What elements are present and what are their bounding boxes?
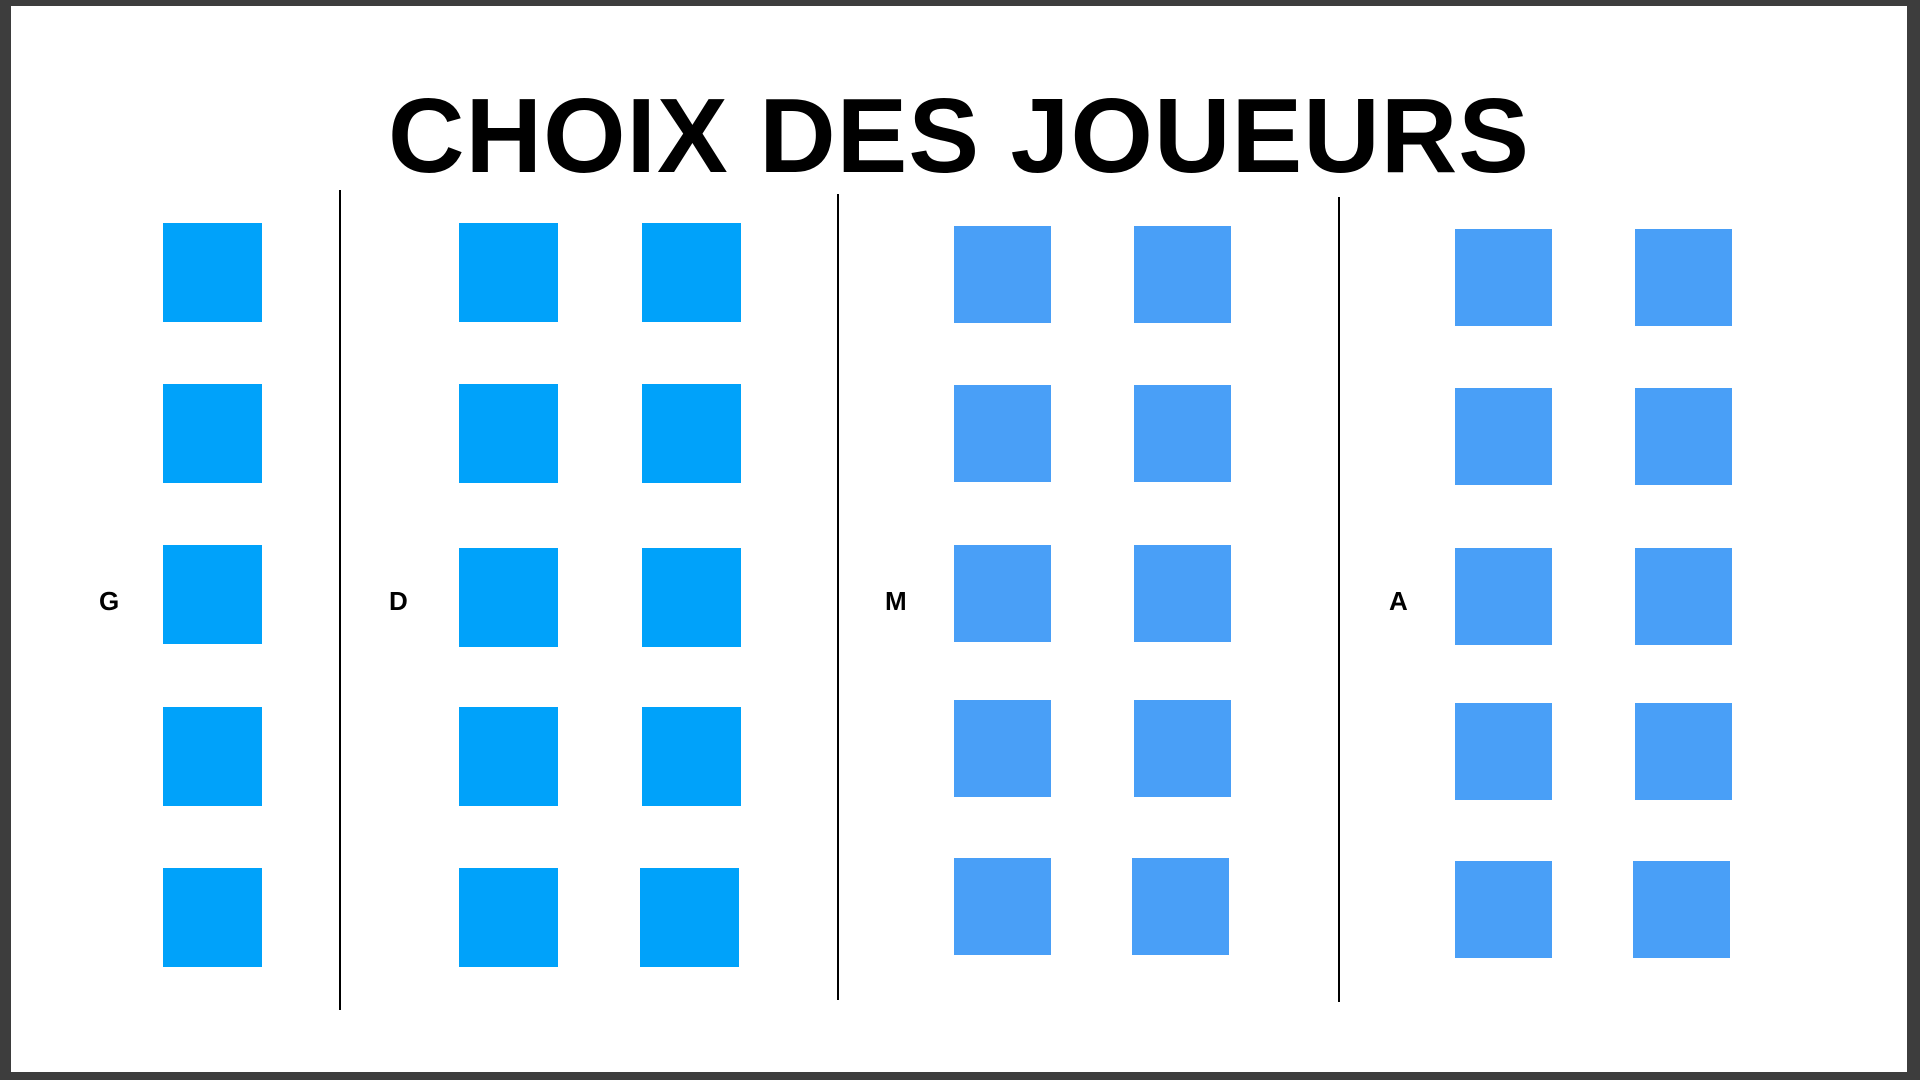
defender-slot[interactable] [459,707,558,806]
column-divider [837,194,839,1000]
defender-slot[interactable] [642,548,741,647]
column-divider [339,190,341,1010]
attacker-slot[interactable] [1635,548,1732,645]
goalkeeper-slot[interactable] [163,868,262,967]
attacker-slot[interactable] [1455,703,1552,800]
defender-slot[interactable] [642,384,741,483]
attacker-slot[interactable] [1633,861,1730,958]
goalkeeper-slot[interactable] [163,707,262,806]
attacker-slot[interactable] [1455,861,1552,958]
column-divider [1338,197,1340,1002]
attacker-slot[interactable] [1455,548,1552,645]
page-title: CHOIX DES JOUEURS [387,77,1530,195]
goalkeeper-slot[interactable] [163,545,262,644]
goalkeeper-label: G [99,586,120,616]
midfielder-slot[interactable] [954,385,1051,482]
defender-slot[interactable] [640,868,739,967]
defender-label: D [389,586,408,616]
defender-slot[interactable] [642,223,741,322]
player-selection-board: CHOIX DES JOUEURS G D M A [11,6,1907,1072]
midfielder-slot[interactable] [954,226,1051,323]
attacker-slot[interactable] [1635,229,1732,326]
midfielder-slot[interactable] [1132,858,1229,955]
attacker-slot[interactable] [1455,388,1552,485]
attacker-slot[interactable] [1635,703,1732,800]
midfielder-slot[interactable] [1134,700,1231,797]
midfielder-slot[interactable] [1134,226,1231,323]
attacker-label: A [1389,586,1408,616]
midfielder-slot[interactable] [1134,545,1231,642]
defender-slot[interactable] [459,548,558,647]
goalkeeper-slot[interactable] [163,384,262,483]
defender-slot[interactable] [642,707,741,806]
attacker-slot[interactable] [1635,388,1732,485]
midfielder-slot[interactable] [954,858,1051,955]
defender-slot[interactable] [459,384,558,483]
attacker-slot[interactable] [1455,229,1552,326]
goalkeeper-slot[interactable] [163,223,262,322]
defender-slot[interactable] [459,868,558,967]
midfielder-slot[interactable] [954,700,1051,797]
defender-slot[interactable] [459,223,558,322]
midfielder-slot[interactable] [954,545,1051,642]
midfielder-slot[interactable] [1134,385,1231,482]
midfielder-label: M [885,586,907,616]
